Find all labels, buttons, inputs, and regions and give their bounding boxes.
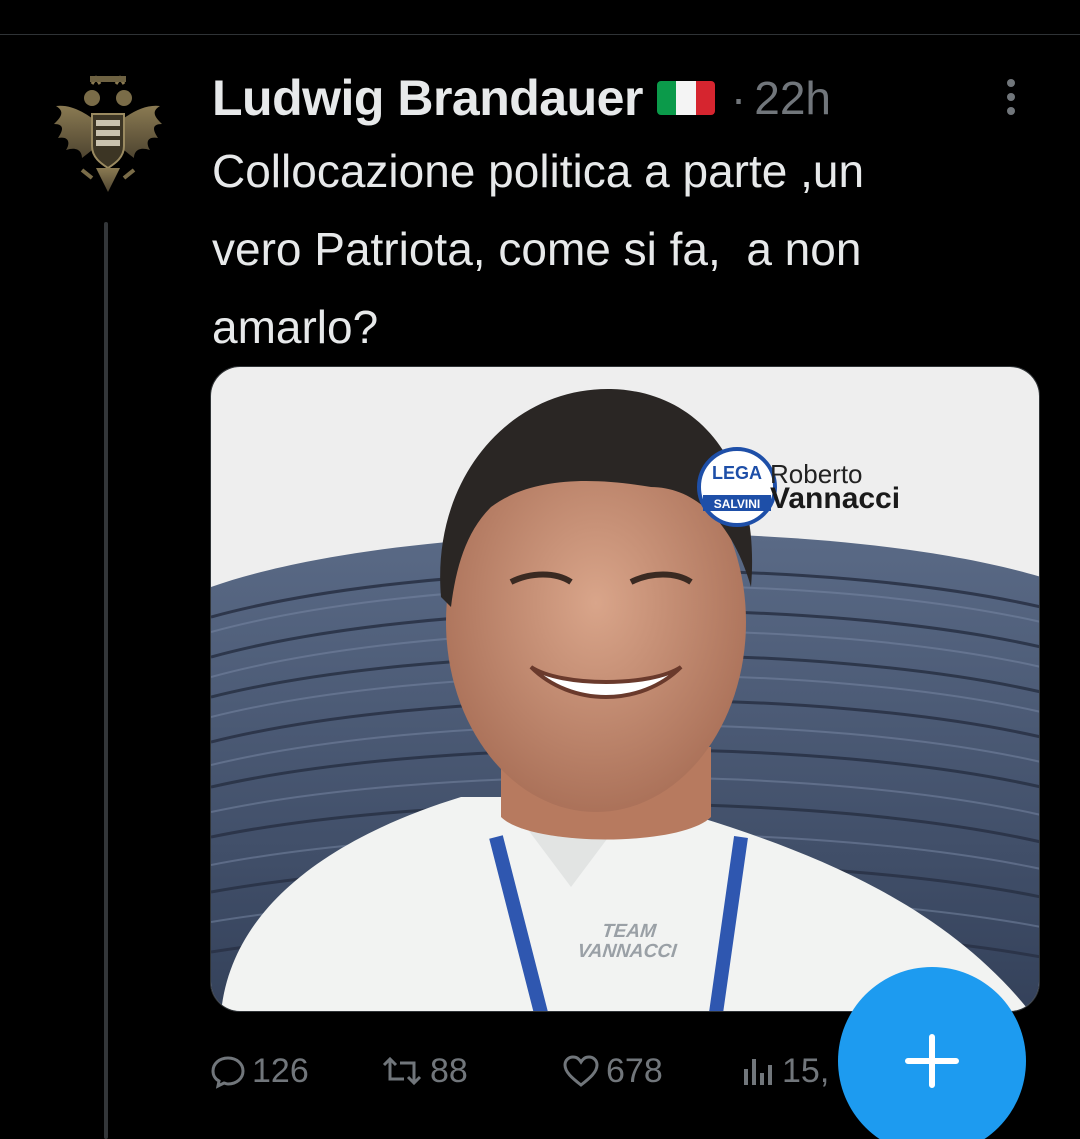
double-headed-eagle-crest-icon bbox=[54, 75, 162, 192]
tweet-text: Collocazione politica a parte ,un vero P… bbox=[212, 145, 865, 353]
tweet-timestamp[interactable]: 22h bbox=[754, 71, 831, 125]
watermark-line-1: TEAM bbox=[601, 921, 658, 942]
top-divider bbox=[0, 34, 1080, 35]
views-chart-icon bbox=[744, 1059, 772, 1085]
repost-button[interactable]: 88 bbox=[380, 1045, 468, 1097]
media-logo-line-2: Vannacci bbox=[770, 482, 901, 515]
repost-count: 88 bbox=[430, 1051, 468, 1090]
repost-icon bbox=[382, 1056, 422, 1086]
logo-badge-text: LEGA bbox=[712, 463, 762, 483]
like-count: 678 bbox=[606, 1051, 663, 1090]
tweet-screen: Ludwig Brandauer · 22h Collocazione poli… bbox=[0, 0, 1080, 1139]
author-avatar[interactable] bbox=[52, 74, 164, 194]
tweet-media-image[interactable]: LEGA SALVINI bbox=[210, 366, 1040, 1012]
author-display-name[interactable]: Ludwig Brandauer bbox=[212, 69, 643, 127]
views-button[interactable]: 15, bbox=[740, 1045, 829, 1097]
tweet-actions: 126 88 678 15, bbox=[210, 1045, 850, 1097]
reply-count: 126 bbox=[252, 1051, 309, 1090]
thread-line bbox=[104, 222, 108, 1139]
reply-icon bbox=[211, 1056, 245, 1089]
header-separator: · bbox=[730, 72, 747, 124]
media-watermark: TEAM VANNACCI bbox=[576, 921, 680, 962]
watermark-line-2: VANNACCI bbox=[576, 941, 678, 962]
heart-icon bbox=[563, 1055, 599, 1087]
media-illustration: LEGA SALVINI bbox=[211, 367, 1039, 1011]
views-count: 15, bbox=[782, 1051, 830, 1090]
logo-badge-subtext: SALVINI bbox=[714, 497, 760, 511]
like-button[interactable]: 678 bbox=[562, 1045, 663, 1097]
italy-flag-icon bbox=[656, 81, 715, 115]
more-vertical-icon[interactable] bbox=[994, 72, 1028, 122]
reply-button[interactable]: 126 bbox=[210, 1045, 309, 1097]
tweet-header: Ludwig Brandauer · 22h bbox=[212, 68, 831, 128]
plus-icon bbox=[905, 1034, 959, 1088]
